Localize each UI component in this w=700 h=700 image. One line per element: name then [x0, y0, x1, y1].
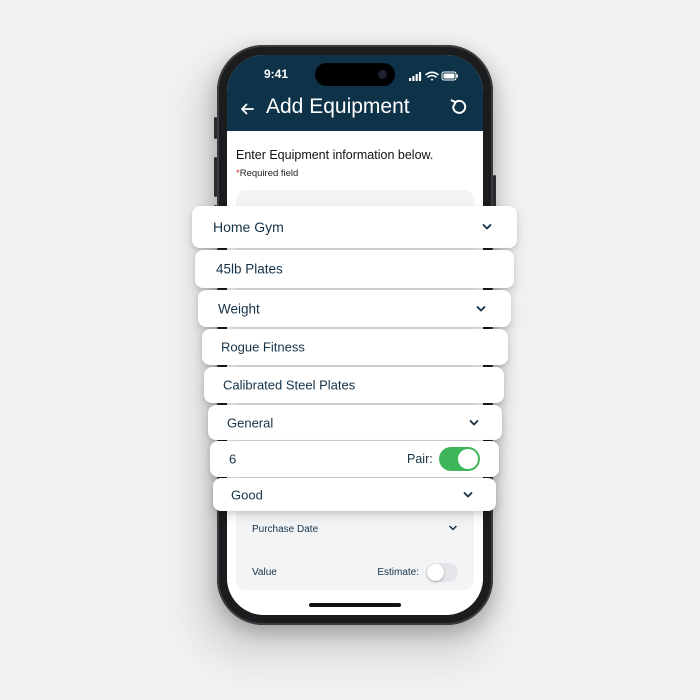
- value-label: Value: [252, 567, 277, 578]
- volume-up-button: [214, 157, 217, 197]
- value-field[interactable]: Value Estimate:: [236, 556, 474, 590]
- toggle-knob: [427, 564, 444, 581]
- category-value: Weight: [218, 301, 260, 316]
- quantity-field[interactable]: 6 Pair:: [210, 441, 499, 477]
- equipment-name-field[interactable]: 45lb Plates: [195, 250, 514, 288]
- chevron-down-icon: [482, 224, 492, 230]
- estimate-label: Estimate:: [377, 567, 419, 578]
- quantity-value: 6: [229, 451, 237, 467]
- app-header: 9:41 Add Equipment: [227, 55, 483, 131]
- mute-switch: [214, 117, 217, 139]
- camera-icon: [378, 70, 387, 79]
- battery-icon: [441, 71, 458, 81]
- condition-dropdown[interactable]: Good: [213, 478, 496, 511]
- status-time: 9:41: [264, 67, 289, 81]
- chevron-down-icon: [449, 525, 457, 531]
- chevron-down-icon: [469, 419, 479, 425]
- brand-value: Rogue Fitness: [221, 339, 305, 355]
- model-value: Calibrated Steel Plates: [223, 377, 356, 393]
- model-field[interactable]: Calibrated Steel Plates: [204, 367, 504, 403]
- back-arrow-icon: [241, 103, 254, 115]
- status-icons: [409, 68, 459, 81]
- refresh-button[interactable]: [449, 97, 469, 117]
- signal-icon: [409, 72, 422, 81]
- page-title: Add Equipment: [266, 95, 410, 118]
- toggle-knob: [458, 449, 478, 469]
- back-button[interactable]: [235, 97, 259, 121]
- wifi-icon: [425, 71, 439, 81]
- required-field-note: *Required field: [236, 168, 298, 179]
- chevron-down-icon: [476, 305, 486, 311]
- pair-label: Pair:: [407, 452, 433, 466]
- purchase-date-label: Purchase Date: [252, 524, 319, 535]
- equipment-name-value: 45lb Plates: [216, 261, 283, 277]
- home-indicator: [309, 603, 401, 607]
- type-value: General: [227, 415, 274, 430]
- purchase-date-dropdown[interactable]: Purchase Date: [236, 513, 474, 547]
- estimate-toggle[interactable]: [426, 563, 458, 582]
- refresh-icon: [450, 99, 467, 114]
- chevron-down-icon: [463, 491, 473, 497]
- location-dropdown[interactable]: Home Gym: [192, 206, 517, 248]
- brand-field[interactable]: Rogue Fitness: [202, 329, 508, 365]
- required-note-text: Required field: [239, 168, 299, 179]
- dynamic-island: [315, 63, 395, 86]
- category-dropdown[interactable]: Weight: [198, 290, 511, 327]
- type-dropdown[interactable]: General: [208, 405, 502, 440]
- pair-toggle[interactable]: [439, 447, 480, 471]
- condition-value: Good: [231, 487, 263, 502]
- location-value: Home Gym: [213, 219, 284, 235]
- form-intro: Enter Equipment information below.: [236, 148, 434, 162]
